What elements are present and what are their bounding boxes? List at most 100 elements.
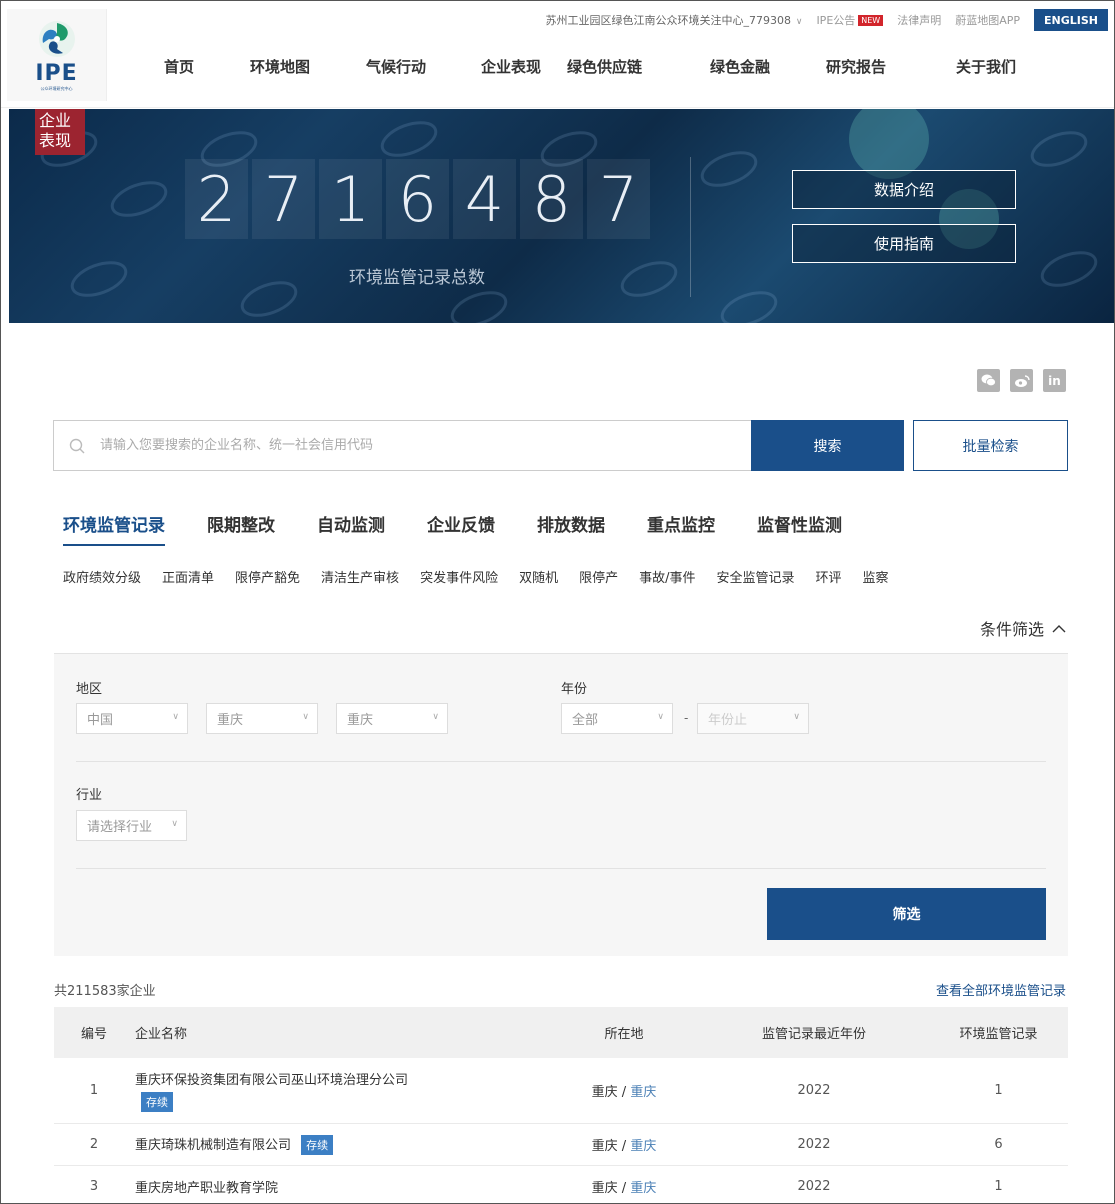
record-counter: 2 7 1 6 4 8 7 bbox=[185, 159, 650, 239]
view-all-records-link[interactable]: 查看全部环境监管记录 bbox=[936, 980, 1066, 999]
english-button[interactable]: ENGLISH bbox=[1034, 9, 1108, 31]
row-records[interactable]: 1 bbox=[929, 1083, 1068, 1098]
nav-reports[interactable]: 研究报告 bbox=[826, 56, 886, 77]
batch-search-button[interactable]: 批量检索 bbox=[913, 420, 1068, 471]
search-icon bbox=[54, 438, 100, 454]
nav-home[interactable]: 首页 bbox=[164, 56, 194, 77]
results-table: 编号 企业名称 所在地 监管记录最近年份 环境监管记录 1 重庆环保投资集团有限… bbox=[54, 1007, 1068, 1204]
tab-feedback[interactable]: 企业反馈 bbox=[427, 511, 495, 546]
banner-divider bbox=[690, 157, 691, 297]
city-link[interactable]: 重庆 bbox=[630, 1085, 656, 1100]
year-to-select[interactable]: 年份止 ∨ bbox=[697, 703, 809, 734]
company-name-link[interactable]: 重庆环保投资集团有限公司巫山环境治理分公司 bbox=[135, 1073, 408, 1088]
counter-digit: 8 bbox=[520, 159, 583, 239]
counter-digit: 2 bbox=[185, 159, 248, 239]
chevron-down-icon: ∨ bbox=[657, 712, 664, 722]
tab-rectification[interactable]: 限期整改 bbox=[207, 511, 275, 546]
wechat-icon[interactable] bbox=[977, 369, 1000, 392]
table-row[interactable]: 3 重庆房地产职业教育学院 重庆 / 重庆 2022 1 bbox=[54, 1166, 1068, 1204]
subtab-clean-production[interactable]: 清洁生产审核 bbox=[321, 567, 399, 586]
new-badge: NEW bbox=[858, 14, 884, 26]
row-year: 2022 bbox=[797, 1179, 831, 1194]
logo-subtitle: 公众环境研究中心 bbox=[40, 85, 73, 91]
weibo-icon[interactable] bbox=[1010, 369, 1033, 392]
table-row[interactable]: 1 重庆环保投资集团有限公司巫山环境治理分公司 存续 重庆 / 重庆 2022 … bbox=[54, 1058, 1068, 1124]
hero-banner: 企业 表现 2 7 1 6 4 8 7 环境监管记录总数 数据介绍 使用指南 bbox=[9, 109, 1114, 323]
subtab-restriction[interactable]: 限停产 bbox=[579, 567, 618, 586]
status-badge: 存续 bbox=[141, 1092, 173, 1112]
counter-digit: 4 bbox=[453, 159, 516, 239]
tab-emission-data[interactable]: 排放数据 bbox=[537, 511, 605, 546]
row-location: 重庆 / 重庆 bbox=[591, 1085, 657, 1100]
company-name-link[interactable]: 重庆房地产职业教育学院 bbox=[135, 1181, 278, 1196]
table-row[interactable]: 2 重庆琦珠机械制造有限公司 存续 重庆 / 重庆 2022 6 bbox=[54, 1124, 1068, 1166]
nav-green-finance[interactable]: 绿色金融 bbox=[710, 56, 770, 77]
chevron-down-icon: ∨ bbox=[172, 712, 179, 722]
tab-auto-monitoring[interactable]: 自动监测 bbox=[317, 511, 385, 546]
tab-env-records[interactable]: 环境监管记录 bbox=[63, 511, 165, 546]
region-label: 地区 bbox=[76, 682, 103, 697]
ipe-notice-link[interactable]: IPE公告 bbox=[816, 12, 855, 28]
search-input[interactable] bbox=[100, 421, 751, 470]
record-tabs: 环境监管记录 限期整改 自动监测 企业反馈 排放数据 重点监控 监督性监测 bbox=[63, 511, 884, 546]
industry-label: 行业 bbox=[76, 788, 103, 803]
subtab-inspection[interactable]: 监察 bbox=[863, 567, 889, 586]
tab-key-monitoring[interactable]: 重点监控 bbox=[647, 511, 715, 546]
ipe-logo[interactable]: IPE 公众环境研究中心 bbox=[7, 9, 107, 101]
app-link[interactable]: 蔚蓝地图APP bbox=[955, 12, 1020, 28]
status-badge: 存续 bbox=[301, 1135, 334, 1155]
subtab-gov-rating[interactable]: 政府绩效分级 bbox=[63, 567, 141, 586]
col-header-name: 企业名称 bbox=[135, 1027, 188, 1042]
nav-about[interactable]: 关于我们 bbox=[956, 56, 1016, 77]
org-account-menu[interactable]: 苏州工业园区绿色江南公众环境关注中心_779308 ∨ bbox=[545, 12, 802, 28]
chevron-down-icon: ∨ bbox=[302, 712, 309, 722]
province-select[interactable]: 重庆 ∨ bbox=[206, 703, 318, 734]
chevron-down-icon: ∨ bbox=[793, 712, 800, 722]
subtab-emergency-risk[interactable]: 突发事件风险 bbox=[420, 567, 498, 586]
subtab-positive-list[interactable]: 正面清单 bbox=[162, 567, 214, 586]
row-name-cell: 重庆环保投资集团有限公司巫山环境治理分公司 存续 bbox=[134, 1069, 549, 1112]
subtab-eia[interactable]: 环评 bbox=[816, 567, 842, 586]
nav-green-supply[interactable]: 绿色供应链 bbox=[567, 56, 642, 77]
row-no: 3 bbox=[89, 1179, 99, 1194]
search-button[interactable]: 搜索 bbox=[751, 420, 904, 471]
subtab-safety-records[interactable]: 安全监管记录 bbox=[717, 567, 795, 586]
subtab-accident[interactable]: 事故/事件 bbox=[639, 567, 695, 586]
nav-climate[interactable]: 气候行动 bbox=[366, 56, 426, 77]
country-select[interactable]: 中国 ∨ bbox=[76, 703, 188, 734]
filter-toggle[interactable]: 条件筛选 bbox=[980, 616, 1066, 640]
industry-select[interactable]: 请选择行业 ∨ bbox=[76, 810, 187, 841]
row-records[interactable]: 1 bbox=[929, 1179, 1068, 1194]
year-label: 年份 bbox=[561, 682, 588, 697]
city-select[interactable]: 重庆 ∨ bbox=[336, 703, 448, 734]
logo-swirl-icon bbox=[38, 20, 75, 57]
filter-submit-button[interactable]: 筛选 bbox=[767, 888, 1046, 940]
city-link[interactable]: 重庆 bbox=[630, 1181, 656, 1196]
subtab-double-random[interactable]: 双随机 bbox=[519, 567, 558, 586]
row-year: 2022 bbox=[797, 1083, 831, 1098]
user-guide-button[interactable]: 使用指南 bbox=[792, 224, 1016, 263]
col-header-location: 所在地 bbox=[604, 1027, 644, 1042]
row-records[interactable]: 6 bbox=[929, 1137, 1068, 1152]
site-header: IPE 公众环境研究中心 苏州工业园区绿色江南公众环境关注中心_779308 ∨… bbox=[1, 1, 1114, 108]
tab-supervisory[interactable]: 监督性监测 bbox=[757, 511, 842, 546]
row-name-cell: 重庆房地产职业教育学院 bbox=[134, 1177, 549, 1196]
col-header-no: 编号 bbox=[80, 1027, 107, 1042]
row-location: 重庆 / 重庆 bbox=[591, 1139, 657, 1154]
company-name-link[interactable]: 重庆琦珠机械制造有限公司 bbox=[135, 1138, 291, 1153]
counter-label: 环境监管记录总数 bbox=[349, 268, 485, 288]
year-from-select[interactable]: 全部 ∨ bbox=[561, 703, 673, 734]
legal-link[interactable]: 法律声明 bbox=[897, 12, 941, 28]
row-year: 2022 bbox=[797, 1137, 831, 1152]
social-links: in bbox=[977, 369, 1066, 392]
city-link[interactable]: 重庆 bbox=[630, 1139, 656, 1154]
nav-enterprise[interactable]: 企业表现 bbox=[481, 56, 541, 77]
row-no: 2 bbox=[89, 1137, 99, 1152]
data-intro-button[interactable]: 数据介绍 bbox=[792, 170, 1016, 209]
subtab-exemption[interactable]: 限停产豁免 bbox=[235, 567, 300, 586]
row-no: 1 bbox=[89, 1083, 99, 1098]
year-range-dash: - bbox=[684, 711, 689, 725]
linkedin-icon[interactable]: in bbox=[1043, 369, 1066, 392]
nav-env-map[interactable]: 环境地图 bbox=[250, 56, 310, 77]
chevron-down-icon: ∨ bbox=[432, 712, 439, 722]
